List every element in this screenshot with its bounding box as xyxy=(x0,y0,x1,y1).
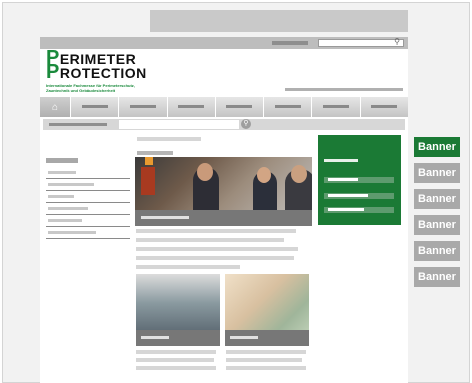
top-placeholder-bar xyxy=(150,10,408,32)
utility-search-input[interactable]: ⚲ xyxy=(318,37,404,47)
featured-title-placeholder xyxy=(324,159,358,162)
sidebar-link-2[interactable] xyxy=(46,181,130,191)
text-line-placeholder xyxy=(136,366,216,370)
main-navigation: ⌂ xyxy=(40,97,408,117)
booth-shape xyxy=(141,167,155,195)
thumbnail-caption xyxy=(225,330,309,346)
lamp-shape xyxy=(145,157,153,165)
hero-caption xyxy=(135,210,312,226)
breadcrumb-placeholder[interactable] xyxy=(49,123,107,126)
utility-link-placeholder[interactable] xyxy=(272,41,308,45)
banner-6[interactable]: Banner xyxy=(414,267,460,287)
utility-bar: ⚲ xyxy=(40,37,408,49)
sidebar-link-5[interactable] xyxy=(46,217,130,227)
featured-box xyxy=(318,135,401,225)
sidebar-link-1[interactable] xyxy=(46,169,130,179)
text-line-placeholder xyxy=(136,247,298,251)
header-text-placeholder xyxy=(285,88,403,91)
nav-item-5[interactable] xyxy=(263,97,311,117)
thumbnail-handshake[interactable] xyxy=(225,274,309,346)
banner-2[interactable]: Banner xyxy=(414,163,460,183)
hero-image[interactable] xyxy=(135,157,312,226)
text-line-placeholder xyxy=(226,358,302,362)
banner-3[interactable]: Banner xyxy=(414,189,460,209)
thumbnail-caption xyxy=(136,330,220,346)
nav-item-1[interactable] xyxy=(70,97,118,117)
nav-item-4[interactable] xyxy=(214,97,263,117)
nav-item-7[interactable] xyxy=(359,97,408,117)
article-label-placeholder xyxy=(137,151,173,155)
sidebar-link-4[interactable] xyxy=(46,205,130,215)
featured-link-1[interactable] xyxy=(324,177,394,183)
person-head xyxy=(291,165,307,183)
search-icon[interactable]: ⚲ xyxy=(241,119,251,129)
thumbnail-exhibition-hall[interactable] xyxy=(136,274,220,346)
sidebar-title-placeholder xyxy=(46,158,78,163)
sidebar-nav xyxy=(46,158,130,241)
text-line-placeholder xyxy=(226,350,306,354)
nav-item-3[interactable] xyxy=(166,97,215,117)
sidebar-link-3[interactable] xyxy=(46,193,130,203)
nav-item-2[interactable] xyxy=(118,97,166,117)
text-line-placeholder xyxy=(226,366,306,370)
text-line-placeholder xyxy=(136,229,296,233)
article-kicker-placeholder xyxy=(137,137,201,141)
banner-1[interactable]: Banner xyxy=(414,137,460,157)
text-line-placeholder xyxy=(136,265,240,269)
search-icon[interactable]: ⚲ xyxy=(394,37,400,46)
logo-tagline-2: Zauntechnik und Gebäudesicherheit xyxy=(46,88,116,93)
text-line-placeholder xyxy=(136,256,294,260)
text-line-placeholder xyxy=(136,238,284,242)
banner-4[interactable]: Banner xyxy=(414,215,460,235)
breadcrumb-search-bar: ⚲ xyxy=(43,119,405,130)
logo-word-protection: ROTECTION xyxy=(59,65,147,81)
content-search-input[interactable] xyxy=(119,120,239,129)
home-icon[interactable]: ⌂ xyxy=(40,97,70,117)
nav-item-6[interactable] xyxy=(311,97,359,117)
site-logo[interactable]: PERIMETER PROTECTION Internationale Fach… xyxy=(46,48,147,93)
person-head xyxy=(197,163,213,181)
logo-cap-p2: P xyxy=(46,61,60,83)
featured-link-2[interactable] xyxy=(324,193,394,199)
text-line-placeholder xyxy=(136,358,214,362)
banner-5[interactable]: Banner xyxy=(414,241,460,261)
sidebar-link-6[interactable] xyxy=(46,229,130,239)
person-head xyxy=(257,167,271,183)
text-line-placeholder xyxy=(136,350,216,354)
featured-link-3[interactable] xyxy=(324,207,394,213)
